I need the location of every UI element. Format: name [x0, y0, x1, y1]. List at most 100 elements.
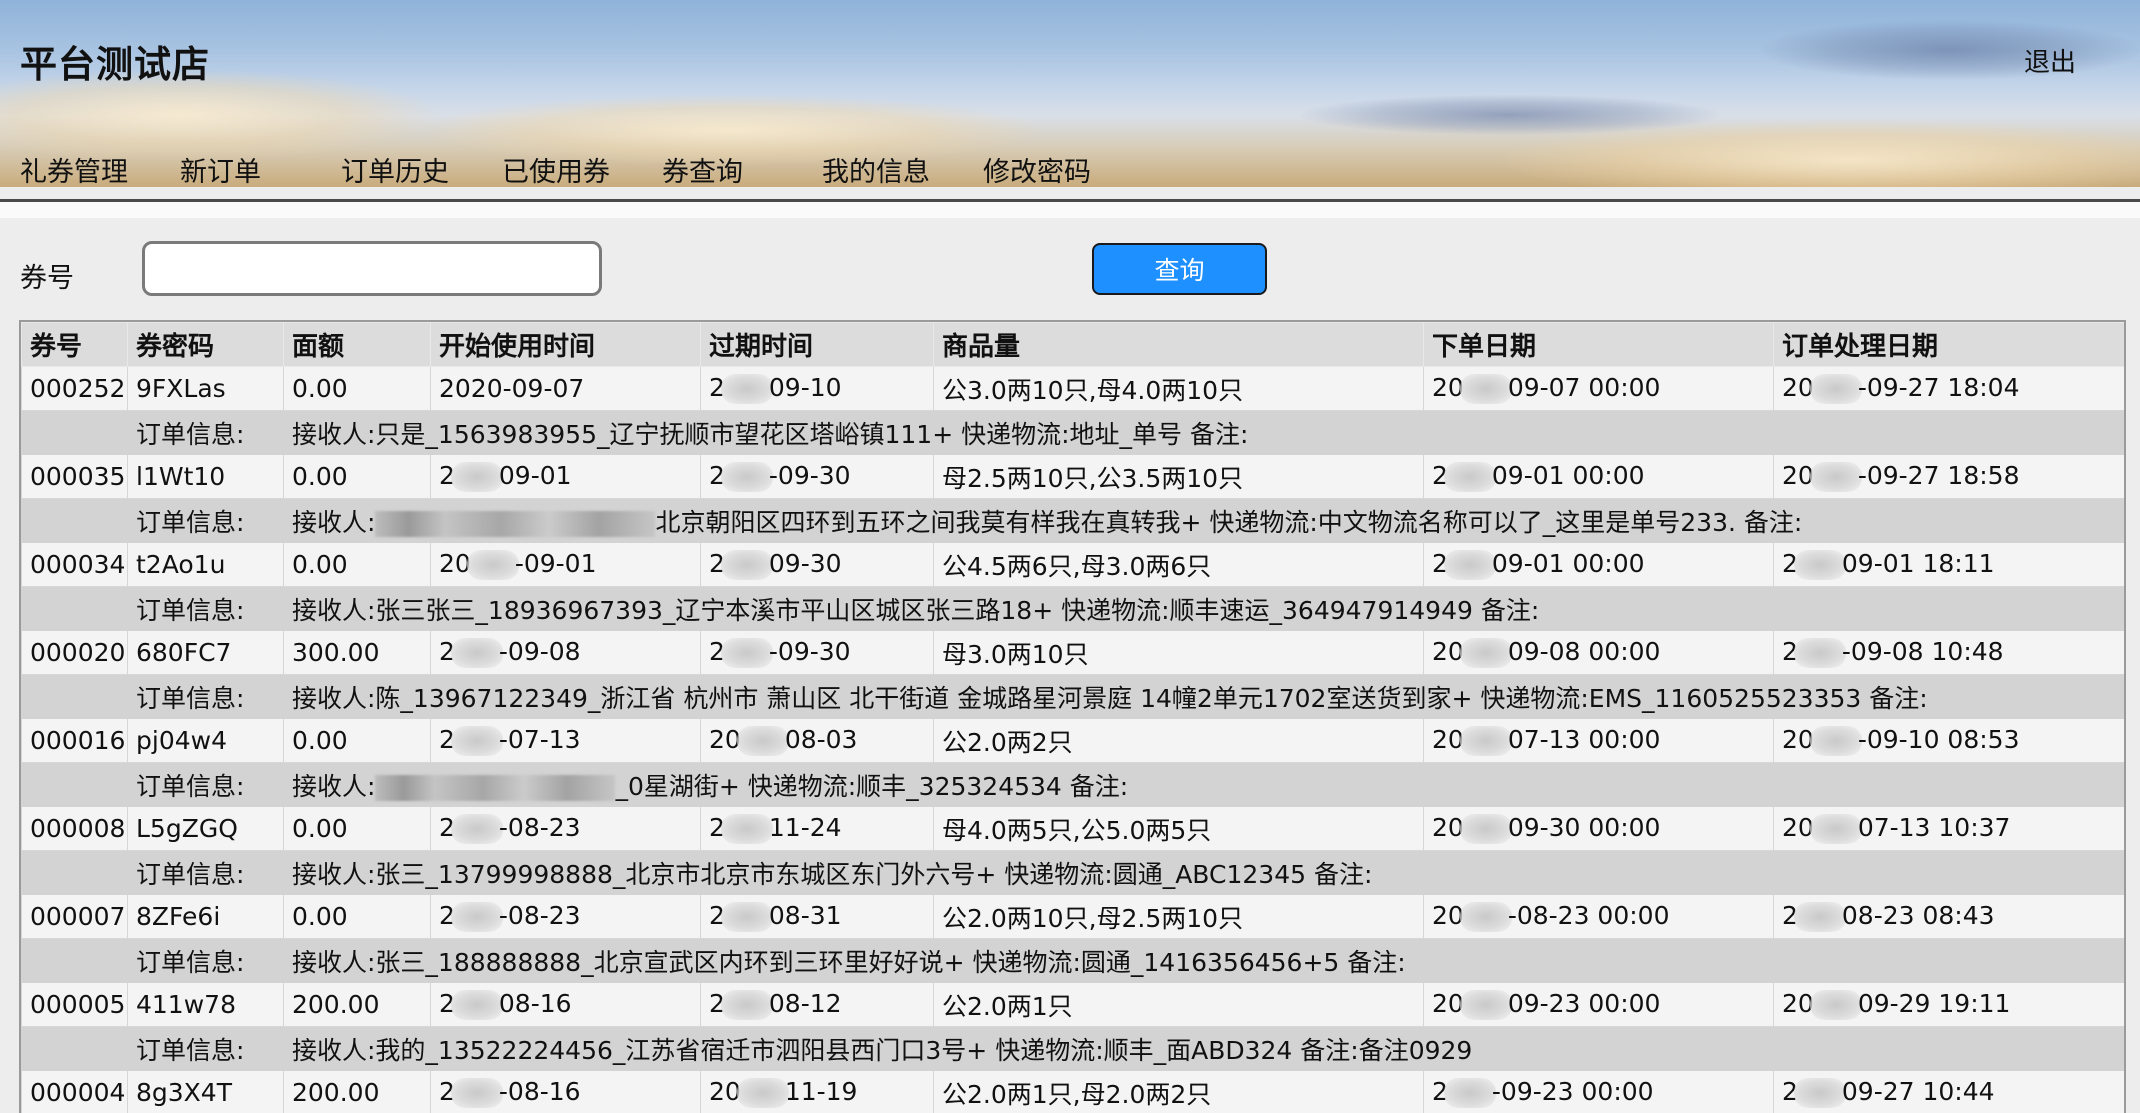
redaction-blur: [720, 374, 773, 404]
app-title: 平台测试店: [20, 43, 210, 86]
processed-date-cell: 2 09-01 18:11: [1773, 542, 2124, 587]
start-time-cell: 2 -09-08: [430, 630, 701, 675]
processed-date-cell-suffix: -09-27 18:58: [1857, 461, 2020, 490]
header-banner: 平台测试店 退出 礼券管理 新订单 订单历史 已使用券 券查询 我的信息 修改密…: [0, 0, 2140, 187]
order-info-text: 接收人:只是_1563983955_辽宁抚顺市望花区塔峪镇111+ 快递物流:地…: [292, 419, 1249, 449]
redaction-blur: [1809, 374, 1862, 404]
order-info-spacer: [21, 674, 128, 719]
order-date-cell-suffix: 09-23 00:00: [1507, 989, 1661, 1018]
coupon-password-cell: pj04w4: [127, 718, 284, 763]
redaction-blur: [1459, 638, 1512, 668]
redaction-blur: [450, 726, 503, 756]
processed-date-cell: 20 09-29 19:11: [1773, 982, 2124, 1027]
nav-item-coupon-management[interactable]: 礼券管理: [20, 150, 128, 187]
goods-quantity-cell: 公2.0两2只: [933, 718, 1424, 763]
redaction-blur: [736, 1078, 789, 1108]
coupon-password-cell: 680FC7: [127, 630, 284, 675]
order-info-label: 订单信息:: [127, 762, 284, 807]
coupon-number-cell: 000004: [21, 1070, 128, 1113]
processed-date-cell-suffix: 09-29 19:11: [1857, 989, 2011, 1018]
coupon-password-cell: l1Wt10: [127, 454, 284, 499]
start-time-cell-suffix: 08-16: [498, 989, 572, 1018]
order-date-cell-suffix: 09-01 00:00: [1491, 461, 1645, 490]
nav-item-coupon-query[interactable]: 券查询: [662, 150, 743, 187]
start-time-cell: 2 -08-23: [430, 806, 701, 851]
processed-date-cell-suffix: -09-10 08:53: [1857, 725, 2020, 754]
table-row[interactable]: 000035 l1Wt10 0.00 2 09-01 2 -09-30 母2.5两10只,公3…: [21, 454, 2124, 499]
start-time-cell: 20 -09-01: [430, 542, 701, 587]
nav-item-new-orders[interactable]: 新订单: [180, 150, 261, 187]
table-row[interactable]: 000016 pj04w4 0.00 2 -07-13 20 08-03 公2.0两2只 20 0…: [21, 718, 2124, 763]
order-info-spacer: [21, 410, 128, 455]
order-info-text: 接收人:: [292, 507, 376, 537]
processed-date-cell: 2 08-23 08:43: [1773, 894, 2124, 939]
start-time-cell: 2 -08-16: [430, 1070, 701, 1113]
goods-quantity-cell: 公2.0两1只,母2.0两2只: [933, 1070, 1424, 1113]
redaction-blur: [1459, 990, 1512, 1020]
order-info-label: 订单信息:: [127, 850, 284, 895]
start-time-cell-suffix: 09-01: [498, 461, 572, 490]
order-info-details: 接收人:陈_13967122349_浙江省 杭州市 萧山区 北干街道 金城路星河…: [283, 674, 2124, 719]
expire-time-cell-suffix: 08-31: [768, 901, 842, 930]
table-row[interactable]: 000004 8g3X4T 200.00 2 -08-16 20 11-19 公2.0两1只,…: [21, 1070, 2124, 1113]
order-date-cell: 2 09-01 00:00: [1423, 542, 1774, 587]
order-info-details: 接收人:张三_13799998888_北京市北京市东城区东门外六号+ 快递物流:…: [283, 850, 2124, 895]
query-button[interactable]: 查询: [1092, 243, 1267, 295]
start-time-cell-suffix: -08-16: [498, 1077, 581, 1106]
coupon-number-input[interactable]: [142, 241, 602, 296]
table-row[interactable]: 000252 9FXLas 0.00 2020-09-07 2 09-10 公3.0两10只…: [21, 366, 2124, 411]
order-info-row: 订单信息: 接收人:只是_1563983955_辽宁抚顺市望花区塔峪镇111+ 快…: [21, 410, 2124, 455]
order-date-cell: 20 09-23 00:00: [1423, 982, 1774, 1027]
coupon-number-cell: 000016: [21, 718, 128, 763]
goods-quantity-cell: 公2.0两10只,母2.5两10只: [933, 894, 1424, 939]
order-info-text: 接收人:张三张三_18936967393_辽宁本溪市平山区城区张三路18+ 快递…: [292, 595, 1540, 625]
nav-item-change-password[interactable]: 修改密码: [983, 150, 1091, 187]
redaction-blur: [736, 726, 789, 756]
nav-item-order-history[interactable]: 订单历史: [341, 150, 449, 187]
expire-time-cell-suffix: 09-30: [768, 549, 842, 578]
start-time-cell-suffix: -07-13: [498, 725, 581, 754]
face-value-cell: 200.00: [283, 982, 431, 1027]
redaction-blur: [1793, 1078, 1846, 1108]
goods-quantity-cell: 公4.5两6只,母3.0两6只: [933, 542, 1424, 587]
redaction-blur: [466, 550, 519, 580]
expire-time-cell: 2 09-10: [700, 366, 934, 411]
order-info-label: 订单信息:: [127, 410, 284, 455]
coupon-number-cell: 000005: [21, 982, 128, 1027]
start-time-cell-suffix: -09-01: [514, 549, 597, 578]
table-row[interactable]: 000034 t2Ao1u 0.00 20 -09-01 2 09-30 公4.5两6只,母3…: [21, 542, 2124, 587]
expire-time-cell: 20 08-03: [700, 718, 934, 763]
table-row[interactable]: 000008 L5gZGQ 0.00 2 -08-23 2 11-24 母4.0两5只,公5.…: [21, 806, 2124, 851]
logout-link[interactable]: 退出: [2024, 42, 2076, 79]
processed-date-cell: 20 -09-27 18:58: [1773, 454, 2124, 499]
table-row[interactable]: 000020 680FC7 300.00 2 -09-08 2 -09-30 母3.0两10只…: [21, 630, 2124, 675]
order-info-label: 订单信息:: [127, 674, 284, 719]
order-date-cell: 20 09-08 00:00: [1423, 630, 1774, 675]
order-info-row: 订单信息: 接收人:陈_13967122349_浙江省 杭州市 萧山区 北干街道 …: [21, 674, 2124, 719]
order-info-details: 接收人:张三_188888888_北京宣武区内环到三环里好好说+ 快递物流:圆通…: [283, 938, 2124, 983]
redaction-blur: [450, 462, 503, 492]
order-info-text: 接收人:我的_13522224456_江苏省宿迁市泗阳县西门口3号+ 快递物流:…: [292, 1035, 1473, 1065]
banner-cloud: [1760, 20, 2140, 80]
order-date-cell-suffix: -09-23 00:00: [1491, 1077, 1654, 1106]
expire-time-cell: 2 11-24: [700, 806, 934, 851]
order-info-text-tail: 北京朝阳区四环到五环之间我莫有样我在真转我+ 快递物流:中文物流名称可以了_这里…: [655, 507, 1803, 537]
processed-date-cell-suffix: 09-27 10:44: [1841, 1077, 1995, 1106]
order-info-details: 接收人:张三张三_18936967393_辽宁本溪市平山区城区张三路18+ 快递…: [283, 586, 2124, 631]
table-row[interactable]: 000007 8ZFe6i 0.00 2 -08-23 2 08-31 公2.0两10只,母2…: [21, 894, 2124, 939]
order-info-row: 订单信息: 接收人: _0星湖街+ 快递物流:顺丰_325324534 备注:: [21, 762, 2124, 807]
order-info-spacer: [21, 498, 128, 543]
face-value-cell: 0.00: [283, 542, 431, 587]
expire-time-cell: 2 -09-30: [700, 454, 934, 499]
redaction-blur: [1793, 638, 1846, 668]
nav-item-my-info[interactable]: 我的信息: [822, 150, 930, 187]
redaction-blur: [1809, 462, 1862, 492]
coupon-password-cell: t2Ao1u: [127, 542, 284, 587]
nav-item-used-coupons[interactable]: 已使用券: [502, 150, 610, 187]
table-row[interactable]: 000005 411w78 200.00 2 08-16 2 08-12 公2.0两1只 20 0…: [21, 982, 2124, 1027]
order-info-row: 订单信息: 接收人:张三_188888888_北京宣武区内环到三环里好好说+ 快递…: [21, 938, 2124, 983]
order-info-spacer: [21, 762, 128, 807]
column-header-processed-date: 订单处理日期: [1773, 322, 2124, 367]
face-value-cell: 0.00: [283, 894, 431, 939]
coupon-number-cell: 000007: [21, 894, 128, 939]
